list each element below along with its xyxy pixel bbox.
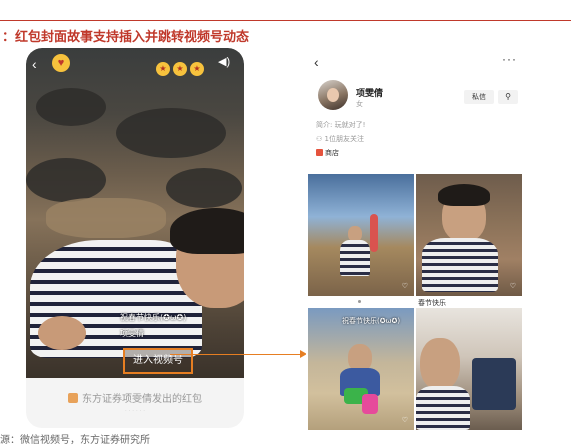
friends-icon: ⚇ [316, 135, 325, 143]
toy-shape [362, 394, 378, 414]
child-hair [170, 208, 244, 254]
channel-shop-text: 商店 [325, 149, 339, 157]
star-eyes-icon: ★ [173, 62, 187, 76]
connector-line [170, 354, 304, 355]
back-icon[interactable]: ‹ [314, 54, 319, 70]
channel-friends: ⚇ 1位朋友关注 [316, 134, 364, 144]
video-overlay-text: 祝春节快乐(✪ω✪) [342, 317, 401, 325]
rock-shape [36, 88, 106, 126]
figure-title: ：红包封面故事支持插入并跳转视频号动态 [2, 30, 250, 45]
star-eyes-icon: ★ [190, 62, 204, 76]
person-shirt [416, 386, 470, 430]
rock-shape [26, 158, 106, 202]
person-shirt [340, 240, 370, 276]
follow-icon[interactable]: ⚲ [498, 90, 518, 104]
video-poster-name: 项雯倩 [120, 329, 144, 338]
person-head [420, 338, 460, 390]
video-thumbnail[interactable]: ♡ [416, 174, 522, 296]
more-icon[interactable]: ··· [502, 52, 517, 66]
cover-footer: 东方证券项雯倩发出的红包 [26, 390, 244, 405]
video-caption-area [308, 298, 414, 306]
video-likes: ♡ [401, 417, 408, 424]
avatar[interactable] [318, 80, 348, 110]
brand-tag-icon [68, 393, 78, 403]
channel-gender: 女 [356, 100, 363, 108]
toy-shape [370, 214, 378, 252]
video-likes: ♡ [509, 283, 516, 290]
cover-subtext: · · · · · · [124, 408, 146, 414]
channel-shop[interactable]: 商店 [316, 148, 339, 158]
book-shape [472, 358, 516, 410]
hair-shape [438, 184, 490, 206]
sound-icon[interactable]: ◀) [218, 55, 230, 68]
cover-video[interactable]: ‹ ♥ ★ ★ ★ ◀) 祝春节快乐(✪ω✪) 项雯倩 进入视频号 [26, 48, 244, 378]
title-rule [0, 20, 571, 21]
channel-name: 项雯倩 [356, 89, 384, 99]
channel-bio: 简介: 玩就对了! [316, 121, 366, 129]
kiss-face-icon: ♥ [52, 54, 70, 72]
sand-shape [46, 198, 166, 238]
star-eyes-icon: ★ [156, 62, 170, 76]
red-packet-cover: ‹ ♥ ★ ★ ★ ◀) 祝春节快乐(✪ω✪) 项雯倩 进入视频号 东方证券项雯… [26, 48, 244, 428]
child-arm [38, 316, 86, 350]
enter-channel-button[interactable]: 进入视频号 [123, 348, 193, 374]
figure-source: 源：微信视频号，东方证券研究所 [0, 435, 150, 446]
video-thumbnail[interactable]: 祝春节快乐(✪ω✪) ♡ [308, 308, 414, 430]
video-likes: ♡ [401, 283, 408, 290]
rock-shape [116, 108, 226, 158]
video-greeting: 祝春节快乐(✪ω✪) [120, 313, 187, 322]
emoji-row: ★ ★ ★ [156, 62, 204, 76]
shop-icon [316, 149, 323, 156]
avatar-face [327, 88, 339, 102]
page-dot [358, 300, 361, 303]
message-button[interactable]: 私信 [464, 90, 494, 104]
rock-shape [166, 168, 242, 208]
back-icon[interactable]: ‹ [32, 56, 37, 72]
channel-friends-text: 1位朋友关注 [324, 135, 364, 143]
channel-profile: ‹ ··· 项雯倩 女 私信 ⚲ 简介: 玩就对了! ⚇ 1位朋友关注 商店 ♡… [306, 50, 528, 430]
video-caption: 春节快乐 [418, 299, 446, 307]
video-thumbnail[interactable]: ♡ [308, 174, 414, 296]
person-shirt [422, 238, 498, 292]
video-thumbnail[interactable] [416, 308, 522, 430]
cover-footer-text: 东方证券项雯倩发出的红包 [82, 394, 202, 405]
